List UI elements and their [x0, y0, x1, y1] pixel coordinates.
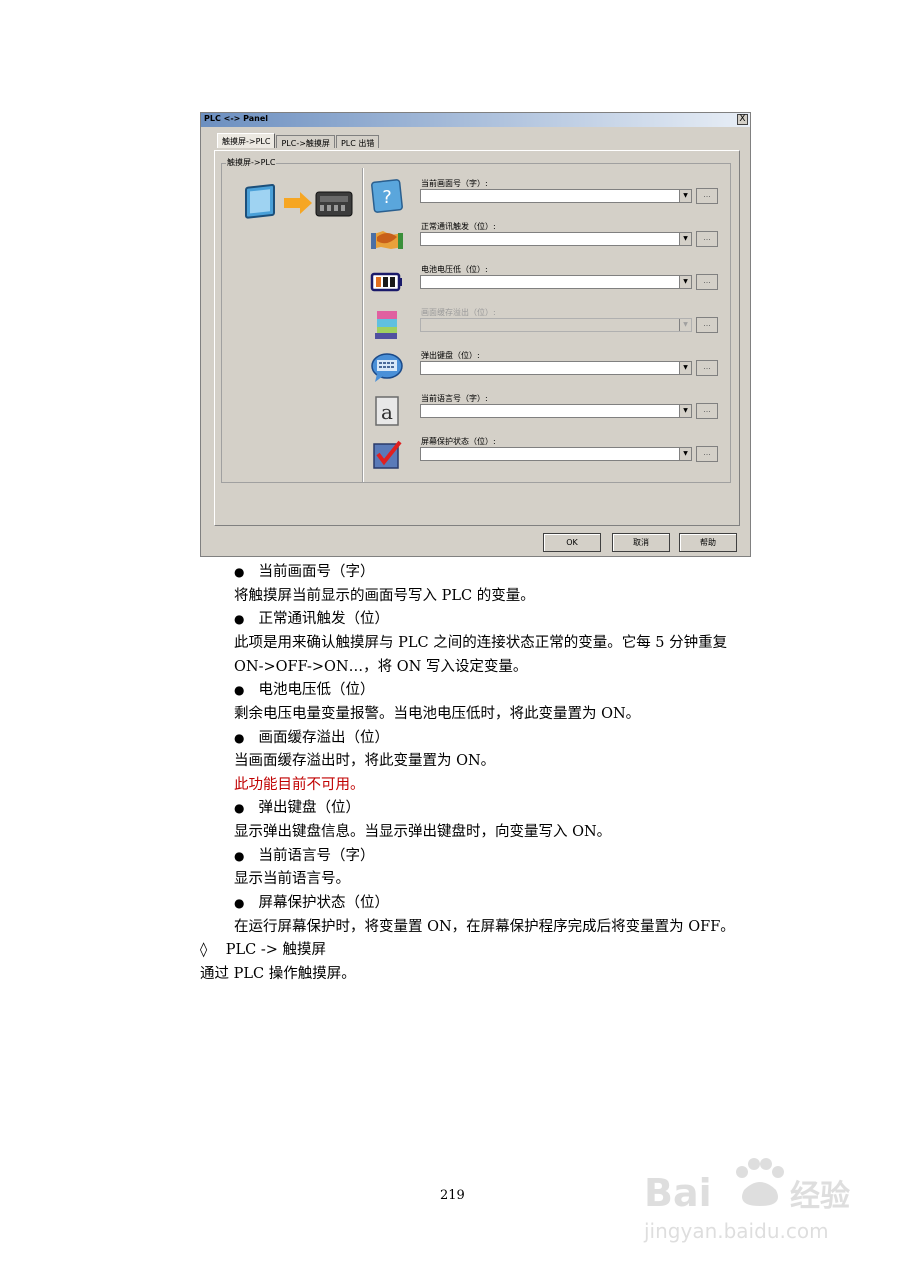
row-buffer-overflow: 画面缓存溢出（位）: ▼ ...	[369, 307, 719, 347]
current-screen-browse-button[interactable]: ...	[696, 188, 718, 204]
item-body: 显示弹出键盘信息。当显示弹出键盘时，向变量写入 ON。	[234, 824, 612, 840]
close-button[interactable]: X	[737, 114, 748, 125]
chevron-down-icon[interactable]: ▼	[679, 405, 691, 417]
battery-icon	[370, 272, 402, 292]
section-title: PLC -> 触摸屏	[225, 942, 327, 958]
keyboard-icon	[371, 353, 403, 382]
item-body: 将触摸屏当前显示的画面号写入 PLC 的变量。	[234, 588, 535, 604]
item-heading: 弹出键盘（位）	[234, 798, 360, 818]
item-heading: 当前画面号（字）	[234, 562, 374, 582]
checkbox-icon	[373, 440, 402, 469]
popup-keyboard-select[interactable]: ▼	[420, 361, 692, 375]
item-body: 显示当前语言号。	[234, 871, 350, 887]
tab-panel-to-plc[interactable]: 触摸屏->PLC	[217, 133, 276, 148]
row-label: 弹出键盘（位）:	[421, 351, 480, 360]
battery-low-browse-button[interactable]: ...	[696, 274, 718, 290]
popup-keyboard-browse-button[interactable]: ...	[696, 360, 718, 376]
row-popup-keyboard: 弹出键盘（位）: ▼ ...	[369, 350, 719, 390]
chevron-down-icon[interactable]: ▼	[679, 362, 691, 374]
group-panel-to-plc: 触摸屏->PLC ? 当前画面号（字）: ▼ ... 正常通讯触发（位）: ▼ …	[221, 157, 731, 483]
svg-text:Bai: Bai	[644, 1171, 712, 1215]
handshake-icon	[371, 231, 403, 249]
comm-trigger-select[interactable]: ▼	[420, 232, 692, 246]
tab-panel: 触摸屏->PLC ? 当前画面号（字）: ▼ ... 正常通讯触发（位）: ▼ …	[214, 150, 740, 526]
item-heading: 画面缓存溢出（位）	[234, 728, 389, 748]
row-label: 正常通讯触发（位）:	[421, 222, 496, 231]
baidu-jingyan-watermark-icon: Bai 经验 jingyan.baidu.com	[643, 1158, 850, 1243]
item-heading: 当前语言号（字）	[234, 846, 374, 866]
ok-button[interactable]: OK	[543, 533, 601, 552]
row-label: 当前语言号（字）:	[421, 394, 488, 403]
current-language-select[interactable]: ▼	[420, 404, 692, 418]
vertical-separator	[362, 168, 364, 482]
svg-text:a: a	[381, 400, 393, 424]
tab-plc-error[interactable]: PLC 出错	[335, 135, 380, 148]
chevron-down-icon[interactable]: ▼	[679, 448, 691, 460]
chevron-down-icon[interactable]: ▼	[679, 190, 691, 202]
dialog-titlebar[interactable]: PLC <-> Panel X	[201, 113, 750, 127]
svg-text:?: ?	[382, 187, 392, 208]
item-note: 此功能目前不可用。	[234, 777, 365, 793]
battery-low-select[interactable]: ▼	[420, 275, 692, 289]
buffer-overflow-browse-button: ...	[696, 317, 718, 333]
section-marker: ◊	[200, 942, 208, 958]
row-label: 屏幕保护状态（位）:	[421, 437, 496, 446]
help-button[interactable]: 帮助	[679, 533, 737, 552]
chevron-down-icon: ▼	[679, 319, 691, 331]
buffer-stack-icon	[375, 311, 397, 339]
item-body: ON->OFF->ON…，将 ON 写入设定变量。	[234, 659, 528, 675]
tab-strip: 触摸屏->PLC PLC->触摸屏 PLC 出错	[217, 133, 380, 150]
buffer-overflow-select: ▼	[420, 318, 692, 332]
item-body: 当画面缓存溢出时，将此变量置为 ON。	[234, 753, 496, 769]
item-heading: 电池电压低（位）	[234, 680, 374, 700]
item-body: 剩余电压电量变量报警。当电池电压低时，将此变量置为 ON。	[234, 706, 641, 722]
page-number: 219	[440, 1188, 465, 1203]
svg-text:经验: 经验	[790, 1179, 850, 1214]
row-label: 当前画面号（字）:	[421, 179, 488, 188]
chevron-down-icon[interactable]: ▼	[679, 233, 691, 245]
panel-to-plc-illustration-icon	[245, 184, 353, 219]
help-question-icon: ?	[371, 179, 403, 213]
item-body: 此项是用来确认触摸屏与 PLC 之间的连接状态正常的变量。它每 5 分钟重复	[234, 635, 728, 651]
item-heading: 正常通讯触发（位）	[234, 609, 389, 629]
tab-plc-to-panel[interactable]: PLC->触摸屏	[276, 135, 335, 148]
dialog-title: PLC <-> Panel	[204, 114, 269, 123]
current-screen-select[interactable]: ▼	[420, 189, 692, 203]
row-comm-trigger: 正常通讯触发（位）: ▼ ...	[369, 221, 719, 261]
cancel-button[interactable]: 取消	[612, 533, 670, 552]
row-label: 电池电压低（位）:	[421, 265, 488, 274]
item-body: 在运行屏幕保护时，将变量置 ON，在屏幕保护程序完成后将变量置为 OFF。	[234, 919, 735, 935]
row-screensaver-status: 屏幕保护状态（位）: ▼ ...	[369, 436, 719, 476]
chevron-down-icon[interactable]: ▼	[679, 276, 691, 288]
row-current-language: a 当前语言号（字）: ▼ ...	[369, 393, 719, 433]
plc-panel-dialog: PLC <-> Panel X 触摸屏->PLC PLC->触摸屏 PLC 出错…	[200, 112, 751, 557]
row-current-screen: ? 当前画面号（字）: ▼ ...	[369, 178, 719, 218]
item-heading: 屏幕保护状态（位）	[234, 893, 389, 913]
screensaver-status-browse-button[interactable]: ...	[696, 446, 718, 462]
group-title: 触摸屏->PLC	[226, 157, 277, 168]
row-label: 画面缓存溢出（位）:	[421, 308, 496, 317]
comm-trigger-browse-button[interactable]: ...	[696, 231, 718, 247]
language-a-icon: a	[375, 396, 399, 426]
row-battery-low: 电池电压低（位）: ▼ ...	[369, 264, 719, 304]
section-body: 通过 PLC 操作触摸屏。	[200, 966, 356, 982]
screensaver-status-select[interactable]: ▼	[420, 447, 692, 461]
section-heading: ◊ PLC -> 触摸屏	[200, 940, 326, 960]
current-language-browse-button[interactable]: ...	[696, 403, 718, 419]
svg-text:jingyan.baidu.com: jingyan.baidu.com	[643, 1219, 829, 1243]
